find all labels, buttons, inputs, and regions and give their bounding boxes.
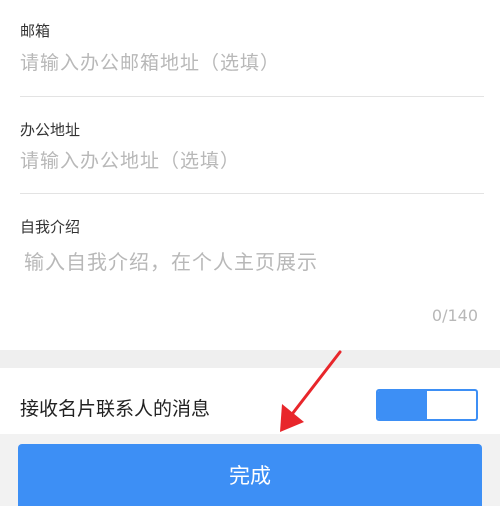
intro-char-counter: 0/140 [431, 306, 478, 325]
intro-label: 自我介绍 [20, 218, 81, 236]
divider [20, 193, 484, 194]
office-address-label: 办公地址 [20, 121, 81, 139]
email-field[interactable]: 请输入办公邮箱地址（选填） [20, 48, 280, 75]
office-address-field[interactable]: 请输入办公地址（选填） [20, 146, 240, 173]
section-gap [0, 434, 500, 444]
toggle-fill [378, 391, 427, 419]
toggle-knob [430, 393, 474, 417]
intro-textarea[interactable]: 输入自我介绍，在个人主页展示 [24, 246, 318, 275]
divider [20, 96, 484, 97]
email-label: 邮箱 [20, 22, 51, 40]
done-button[interactable]: 完成 [18, 444, 482, 506]
receive-messages-label: 接收名片联系人的消息 [20, 398, 211, 420]
section-gap [0, 350, 500, 368]
receive-messages-toggle[interactable] [376, 389, 478, 421]
red-arrow-icon [280, 350, 342, 432]
profile-form: 邮箱 请输入办公邮箱地址（选填） 办公地址 请输入办公地址（选填） 自我介绍 输… [0, 0, 500, 350]
